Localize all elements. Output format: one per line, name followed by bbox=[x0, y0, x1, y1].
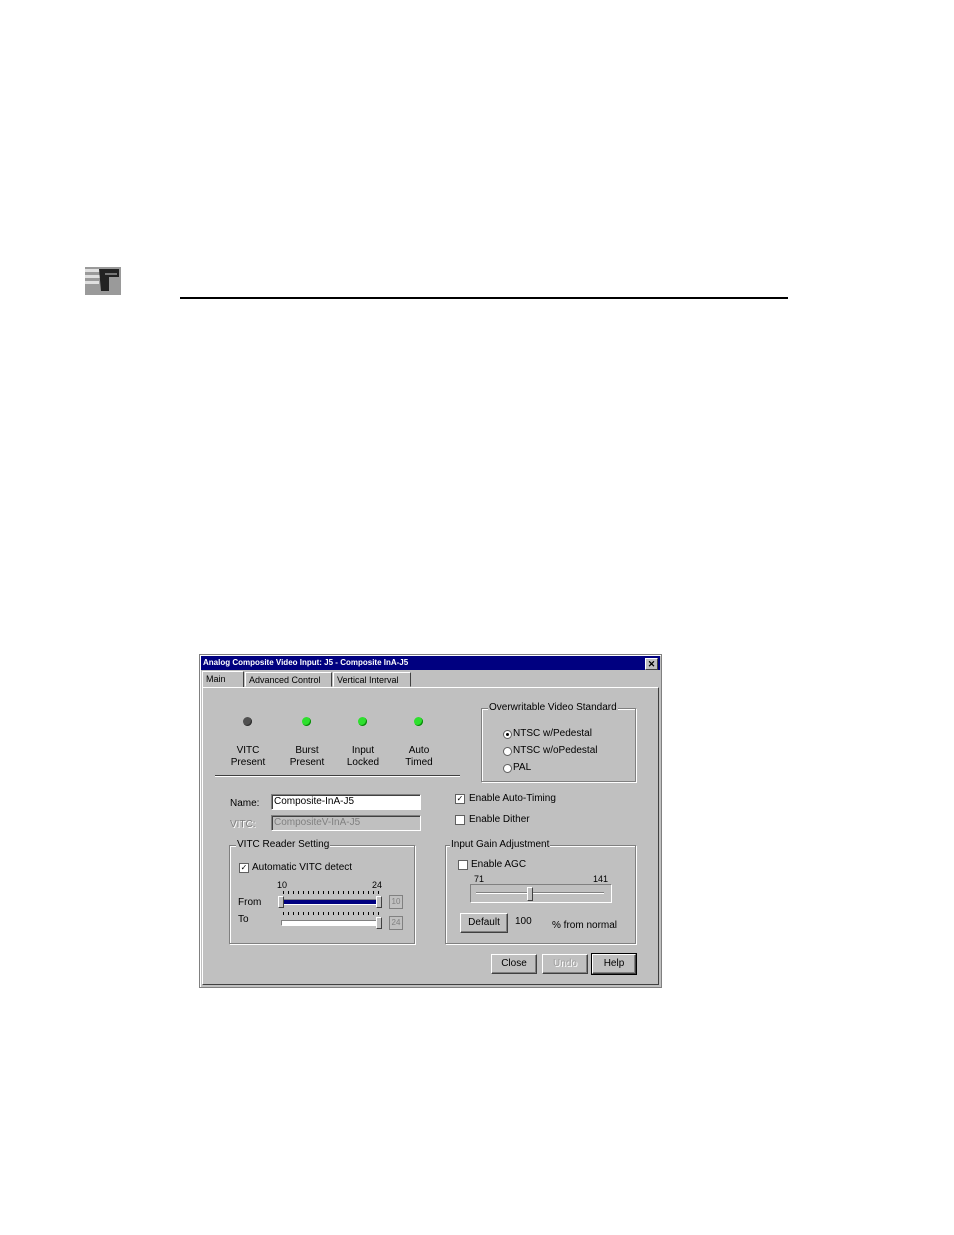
close-button[interactable]: Close bbox=[491, 954, 537, 974]
auto-timing-label[interactable]: Enable Auto-Timing bbox=[469, 793, 556, 805]
vitc-scale-max: 24 bbox=[372, 880, 383, 890]
name-label: Name: bbox=[230, 798, 260, 809]
gain-slider-thumb[interactable] bbox=[527, 887, 533, 901]
auto-timed-label: Auto Timed bbox=[405, 745, 433, 768]
radio-ntsc-no-pedestal[interactable] bbox=[503, 747, 512, 756]
radio-pal[interactable] bbox=[503, 764, 512, 773]
burst-present-label: Burst Present bbox=[289, 745, 325, 768]
main-tab-panel: VITC Present Burst Present Input Locked Aut… bbox=[202, 687, 659, 985]
to-slider-thumb[interactable] bbox=[376, 917, 382, 929]
tab-vertical-interval[interactable]: Vertical Interval bbox=[333, 672, 411, 687]
auto-vitc-detect-checkbox[interactable]: ✓ bbox=[239, 863, 249, 873]
indicator-separator bbox=[215, 775, 460, 777]
dither-label[interactable]: Enable Dither bbox=[469, 814, 530, 826]
input-gain-group: Input Gain Adjustment Enable AGC 71 141 … bbox=[445, 839, 636, 944]
video-standard-group: Overwritable Video Standard NTSC w/Pedes… bbox=[481, 702, 636, 782]
vitc-reader-group: VITC Reader Setting ✓ Automatic VITC det… bbox=[229, 839, 415, 944]
undo-button: Undo bbox=[542, 954, 588, 974]
dialog-window: Analog Composite Video Input: J5 - Compo… bbox=[199, 654, 662, 988]
to-slider-track[interactable] bbox=[281, 920, 379, 926]
radio-ntsc-pedestal-label[interactable]: NTSC w/Pedestal bbox=[513, 728, 592, 740]
vitc-label: VITC: bbox=[230, 819, 256, 830]
enable-agc-label[interactable]: Enable AGC bbox=[471, 859, 526, 871]
gain-value: 100 bbox=[515, 916, 532, 927]
to-value-box: 24 bbox=[389, 916, 403, 930]
from-slider-ticks bbox=[283, 891, 379, 894]
help-button[interactable]: Help bbox=[591, 953, 637, 975]
name-field[interactable]: Composite-InA-J5 bbox=[271, 794, 421, 810]
input-locked-led bbox=[358, 717, 367, 726]
dialog-title: Analog Composite Video Input: J5 - Compo… bbox=[203, 658, 409, 667]
radio-ntsc-pedestal[interactable] bbox=[503, 730, 512, 739]
vitc-reader-title: VITC Reader Setting bbox=[236, 839, 331, 851]
to-slider-ticks bbox=[283, 912, 379, 915]
vitc-present-label: VITC Present bbox=[230, 745, 266, 768]
auto-vitc-detect-label[interactable]: Automatic VITC detect bbox=[252, 862, 352, 874]
to-label: To bbox=[238, 914, 249, 925]
tab-main[interactable]: Main bbox=[202, 671, 244, 688]
vitc-present-led bbox=[243, 717, 252, 726]
from-slider-track[interactable] bbox=[281, 899, 379, 905]
radio-pal-label[interactable]: PAL bbox=[513, 762, 531, 774]
video-standard-title: Overwritable Video Standard bbox=[488, 702, 618, 714]
enable-agc-checkbox[interactable] bbox=[458, 860, 468, 870]
input-gain-title: Input Gain Adjustment bbox=[450, 839, 551, 851]
burst-present-led bbox=[302, 717, 311, 726]
horizontal-rule bbox=[180, 297, 788, 299]
gain-slider-track bbox=[476, 892, 604, 894]
from-slider-thumb[interactable] bbox=[278, 896, 284, 908]
input-locked-label: Input Locked bbox=[346, 745, 380, 768]
dialog-titlebar[interactable]: Analog Composite Video Input: J5 - Compo… bbox=[201, 656, 660, 670]
radio-ntsc-no-pedestal-label[interactable]: NTSC w/oPedestal bbox=[513, 745, 597, 757]
vitc-field: CompositeV-InA-J5 bbox=[271, 815, 421, 831]
tab-advanced-control[interactable]: Advanced Control bbox=[245, 672, 332, 687]
from-slider-end-thumb[interactable] bbox=[376, 896, 382, 908]
from-label: From bbox=[238, 897, 262, 908]
gain-slider[interactable] bbox=[470, 884, 612, 903]
gain-unit-label: % from normal bbox=[552, 920, 618, 931]
default-button[interactable]: Default bbox=[460, 913, 508, 933]
auto-timing-checkbox[interactable]: ✓ bbox=[455, 794, 465, 804]
close-icon[interactable]: ✕ bbox=[645, 658, 658, 670]
logo-icon bbox=[85, 267, 121, 295]
vitc-scale-min: 10 bbox=[277, 880, 288, 890]
auto-timed-led bbox=[414, 717, 423, 726]
dither-checkbox[interactable] bbox=[455, 815, 465, 825]
from-value-box: 10 bbox=[389, 895, 403, 909]
